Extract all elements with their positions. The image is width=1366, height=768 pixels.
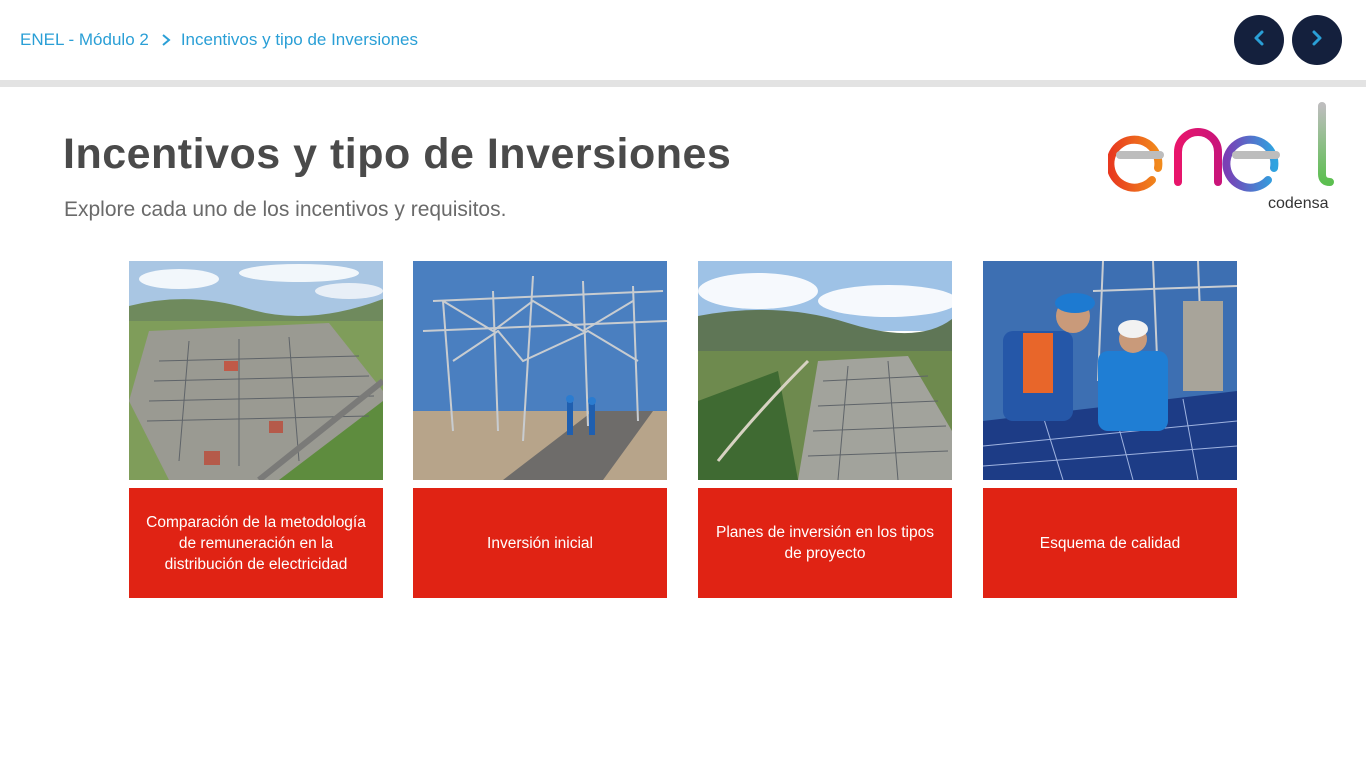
breadcrumb: ENEL - Módulo 2 Incentivos y tipo de Inv… [20,30,418,50]
chevron-left-icon [1248,27,1270,54]
page-title: Incentivos y tipo de Inversiones [63,130,732,178]
page-subtitle: Explore cada uno de los incentivos y req… [64,198,507,221]
chevron-right-icon [1306,27,1328,54]
card-planes-inversion[interactable]: Planes de inversión en los tipos de proy… [698,261,952,598]
card-comparacion[interactable]: Comparación de la metodología de remuner… [129,261,383,598]
card-esquema-calidad[interactable]: Esquema de calidad [983,261,1237,598]
chevron-right-icon [159,30,173,50]
card-label: Esquema de calidad [983,488,1237,598]
breadcrumb-root[interactable]: ENEL - Módulo 2 [20,30,149,50]
substation-structure-photo [413,261,667,480]
valley-substation-photo [698,261,952,480]
card-label: Planes de inversión en los tipos de proy… [698,488,952,598]
logo-subtitle: codensa [1268,195,1329,212]
top-bar-divider [0,80,1366,87]
next-button[interactable] [1292,15,1342,65]
previous-button[interactable] [1234,15,1284,65]
substation-aerial-photo [129,261,383,480]
workers-solar-panel-photo [983,261,1237,480]
card-label: Comparación de la metodología de remuner… [129,488,383,598]
breadcrumb-current[interactable]: Incentivos y tipo de Inversiones [181,30,418,50]
card-label: Inversión inicial [413,488,667,598]
card-inversion-inicial[interactable]: Inversión inicial [413,261,667,598]
